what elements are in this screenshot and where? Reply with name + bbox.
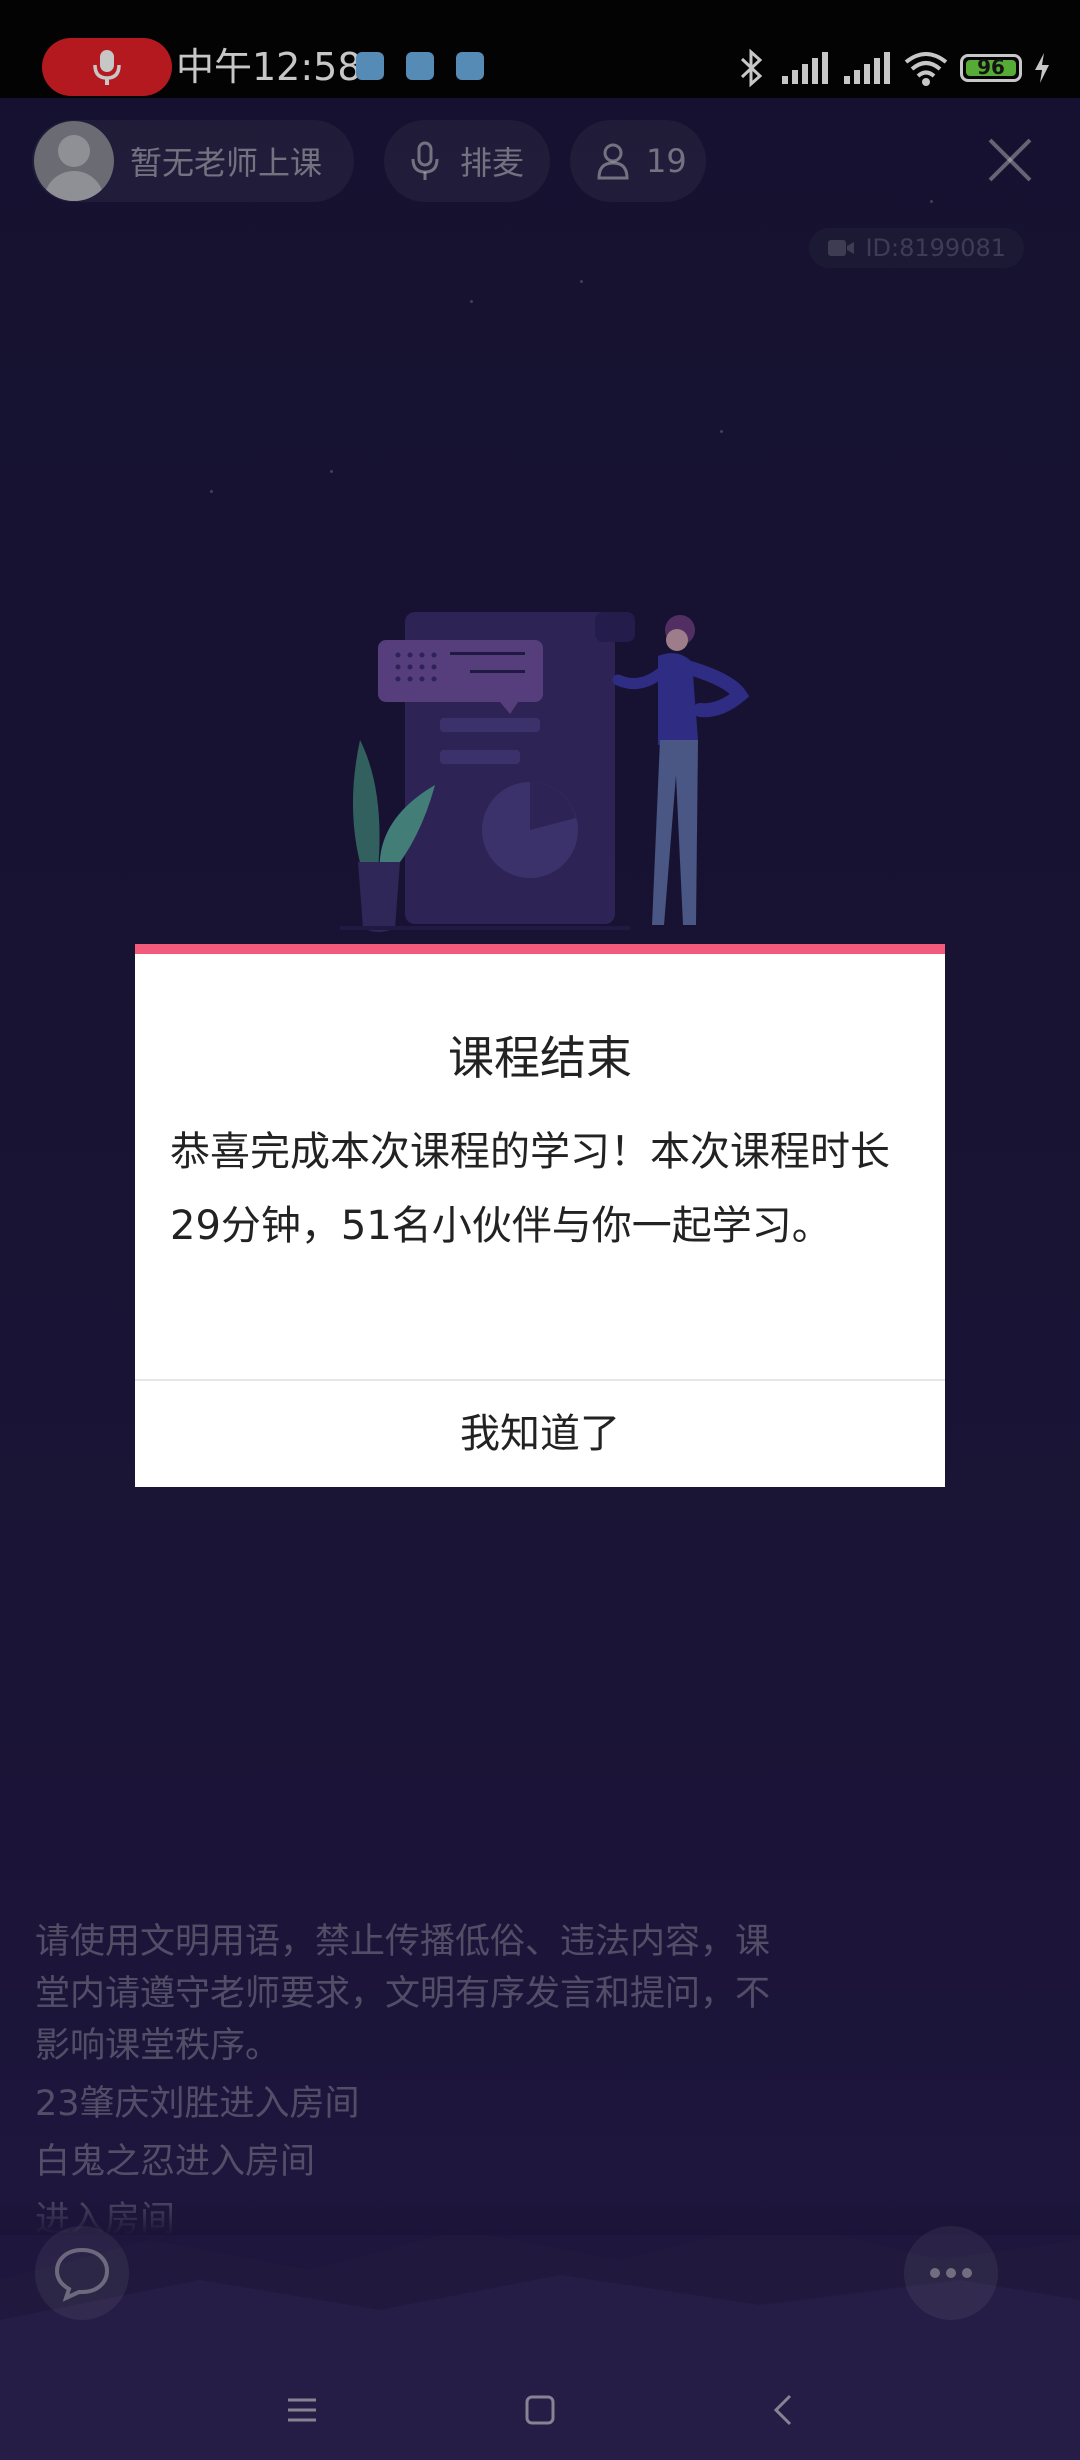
live-classroom-screen: 中午12:58 96 暂无老师上课 排麦 19 ID:8199081 请使用文明… [0,0,1080,2460]
acknowledge-button[interactable]: 我知道了 [135,1381,945,1487]
dialog-title: 课程结束 [448,1031,632,1085]
dialog-message: 恭喜完成本次课程的学习！本次课程时长29分钟，51名小伙伴与你一起学习。 [170,1129,890,1249]
course-end-dialog: 课程结束 恭喜完成本次课程的学习！本次课程时长29分钟，51名小伙伴与你一起学习… [135,944,945,1487]
